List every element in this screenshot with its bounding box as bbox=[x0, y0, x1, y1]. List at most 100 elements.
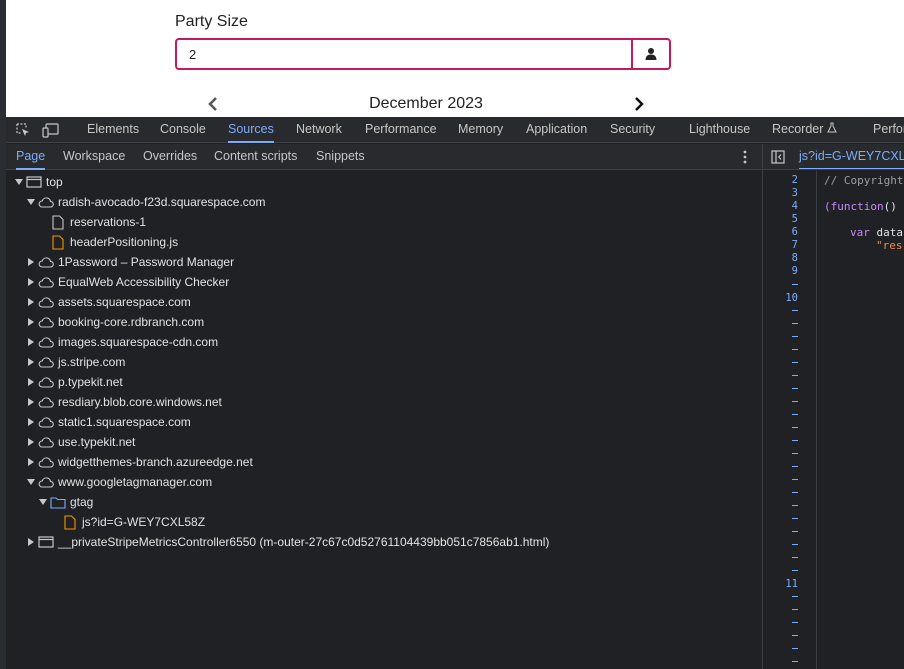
line-number-gutter: 2 3 4 5 6 7 8 9 10 11 bbox=[763, 171, 817, 669]
expanded-arrow-icon bbox=[38, 497, 48, 507]
collapsed-arrow-icon bbox=[26, 337, 36, 347]
tree-item-origin[interactable]: 1Password – Password Manager bbox=[26, 252, 234, 272]
party-size-button[interactable] bbox=[631, 40, 669, 68]
wrapped-line-marker bbox=[792, 466, 798, 467]
frame-icon bbox=[26, 174, 42, 190]
tree-item-file[interactable]: reservations-1 bbox=[50, 212, 146, 232]
tab-memory[interactable]: Memory bbox=[458, 117, 503, 143]
tree-item-label: EqualWeb Accessibility Checker bbox=[58, 275, 230, 289]
tree-item-origin[interactable]: images.squarespace-cdn.com bbox=[26, 332, 218, 352]
tab-recorder[interactable]: Recorder bbox=[772, 117, 838, 143]
toggle-navigator-icon[interactable] bbox=[771, 150, 785, 164]
wrapped-line-marker bbox=[792, 427, 798, 428]
device-toolbar-icon[interactable] bbox=[42, 121, 60, 139]
subtab-content-scripts[interactable]: Content scripts bbox=[214, 144, 297, 170]
tree-item-origin[interactable]: static1.squarespace.com bbox=[26, 412, 191, 432]
collapsed-arrow-icon bbox=[26, 277, 36, 287]
cloud-icon bbox=[38, 254, 54, 270]
line-number: 8 bbox=[791, 252, 798, 264]
cloud-icon bbox=[38, 434, 54, 450]
wrapped-line-marker bbox=[792, 375, 798, 376]
tree-item-origin[interactable]: radish-avocado-f23d.squarespace.com bbox=[26, 192, 265, 212]
page-file-tree: top radish-avocado-f23d.squarespace.com … bbox=[6, 171, 762, 669]
collapsed-arrow-icon bbox=[26, 417, 36, 427]
inspect-element-icon[interactable] bbox=[14, 121, 32, 139]
tab-recorder-label: Recorder bbox=[772, 122, 824, 136]
calendar-month-title: December 2023 bbox=[369, 95, 483, 112]
tree-item-frame[interactable]: __privateStripeMetricsController6550 (m-… bbox=[26, 532, 549, 552]
tab-security[interactable]: Security bbox=[610, 117, 655, 143]
tab-performance-insights[interactable]: Perfor bbox=[873, 117, 904, 143]
cloud-icon bbox=[38, 274, 54, 290]
party-size-label: Party Size bbox=[175, 13, 248, 30]
tree-item-file[interactable]: js?id=G-WEY7CXL58Z bbox=[62, 512, 205, 532]
subtab-overrides[interactable]: Overrides bbox=[143, 144, 197, 170]
cloud-icon bbox=[38, 294, 54, 310]
tree-item-origin[interactable]: resdiary.blob.core.windows.net bbox=[26, 392, 222, 412]
script-file-icon bbox=[50, 234, 66, 250]
wrapped-line-marker bbox=[792, 518, 798, 519]
collapsed-arrow-icon bbox=[26, 357, 36, 367]
cloud-icon bbox=[38, 474, 54, 490]
wrapped-line-marker bbox=[792, 388, 798, 389]
tree-item-label: headerPositioning.js bbox=[70, 235, 179, 249]
tree-item-origin[interactable]: assets.squarespace.com bbox=[26, 292, 191, 312]
tree-item-label: assets.squarespace.com bbox=[58, 295, 191, 309]
subtab-workspace[interactable]: Workspace bbox=[63, 144, 125, 170]
expanded-arrow-icon bbox=[26, 477, 36, 487]
tree-item-label: use.typekit.net bbox=[58, 435, 136, 449]
line-number: 3 bbox=[791, 187, 798, 199]
script-file-icon bbox=[62, 514, 78, 530]
open-file-tab[interactable]: js?id=G-WEY7CXL5 bbox=[799, 144, 904, 169]
devtools-panel: Elements Console Sources Network Perform… bbox=[6, 117, 904, 669]
tree-item-label: static1.squarespace.com bbox=[58, 415, 191, 429]
tree-item-label: 1Password – Password Manager bbox=[58, 255, 235, 269]
next-month-button[interactable] bbox=[632, 94, 646, 114]
tree-item-origin[interactable]: js.stripe.com bbox=[26, 352, 125, 372]
tree-item-origin[interactable]: use.typekit.net bbox=[26, 432, 135, 452]
tab-sources[interactable]: Sources bbox=[228, 117, 274, 143]
tree-item-origin[interactable]: booking-core.rdbranch.com bbox=[26, 312, 204, 332]
sources-navigator-tabbar: Page Workspace Overrides Content scripts… bbox=[6, 144, 762, 170]
tab-console[interactable]: Console bbox=[160, 117, 206, 143]
tree-item-label: resdiary.blob.core.windows.net bbox=[58, 395, 222, 409]
tab-elements[interactable]: Elements bbox=[87, 117, 139, 143]
tree-item-label: booking-core.rdbranch.com bbox=[58, 315, 205, 329]
wrapped-line-marker bbox=[792, 336, 798, 337]
wrapped-line-marker bbox=[792, 661, 798, 662]
tree-item-origin[interactable]: EqualWeb Accessibility Checker bbox=[26, 272, 229, 292]
tab-performance[interactable]: Performance bbox=[365, 117, 437, 143]
cloud-icon bbox=[38, 374, 54, 390]
subtab-page[interactable]: Page bbox=[16, 144, 46, 170]
tree-item-folder[interactable]: gtag bbox=[38, 492, 93, 512]
code-editor[interactable]: // Copyright (function() var data "res bbox=[818, 171, 904, 669]
document-icon bbox=[50, 214, 66, 230]
tab-application[interactable]: Application bbox=[526, 117, 587, 143]
cloud-icon bbox=[38, 414, 54, 430]
editor-tabbar: js?id=G-WEY7CXL5 bbox=[763, 144, 904, 170]
tab-lighthouse[interactable]: Lighthouse bbox=[689, 117, 750, 143]
party-size-input[interactable] bbox=[177, 40, 632, 68]
tree-item-label: js?id=G-WEY7CXL58Z bbox=[82, 515, 206, 529]
collapsed-arrow-icon bbox=[26, 537, 36, 547]
code-keyword: (function bbox=[824, 200, 884, 213]
tree-item-origin[interactable]: widgetthemes-branch.azureedge.net bbox=[26, 452, 253, 472]
tree-item-origin[interactable]: p.typekit.net bbox=[26, 372, 123, 392]
wrapped-line-marker bbox=[792, 596, 798, 597]
wrapped-line-marker bbox=[792, 414, 798, 415]
cloud-icon bbox=[38, 454, 54, 470]
tab-network[interactable]: Network bbox=[296, 117, 342, 143]
wrapped-line-marker bbox=[792, 492, 798, 493]
code-string: "res bbox=[876, 239, 903, 252]
code-text: data bbox=[869, 226, 903, 239]
more-options-icon[interactable] bbox=[739, 149, 751, 165]
tree-item-label: p.typekit.net bbox=[58, 375, 123, 389]
subtab-snippets[interactable]: Snippets bbox=[316, 144, 365, 170]
tree-item-origin[interactable]: www.googletagmanager.com bbox=[26, 472, 212, 492]
wrapped-line-marker bbox=[792, 609, 798, 610]
tree-item-file[interactable]: headerPositioning.js bbox=[50, 232, 178, 252]
wrapped-line-marker bbox=[792, 362, 798, 363]
line-number: 6 bbox=[791, 226, 798, 238]
tree-item-label: images.squarespace-cdn.com bbox=[58, 335, 219, 349]
tree-item-top[interactable]: top bbox=[14, 172, 63, 192]
